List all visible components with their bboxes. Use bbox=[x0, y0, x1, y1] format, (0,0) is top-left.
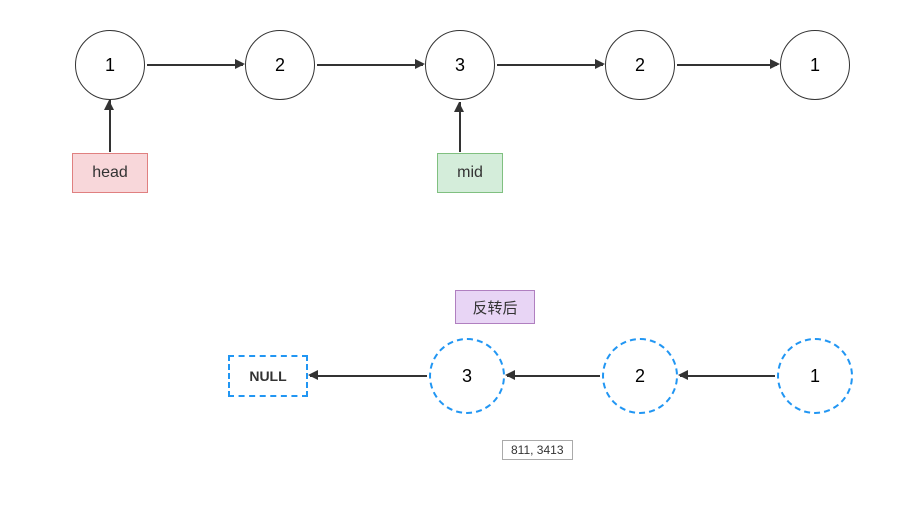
arrow-4-5 bbox=[677, 64, 777, 66]
node-5-top: 1 bbox=[780, 30, 850, 100]
node-1-top: 1 bbox=[75, 30, 145, 100]
arrow-3-4 bbox=[497, 64, 603, 66]
arrow-1-2 bbox=[147, 64, 243, 66]
mid-label: mid bbox=[437, 153, 503, 193]
arrow-3-2-head bbox=[505, 370, 515, 380]
node-2-top: 2 bbox=[245, 30, 315, 100]
arrow-2-1-head bbox=[678, 370, 688, 380]
null-label: NULL bbox=[228, 355, 308, 397]
arrow-null-3-head bbox=[308, 370, 318, 380]
fanzhuan-label: 反转后 bbox=[455, 290, 535, 324]
coords-box: 811, 3413 bbox=[502, 440, 573, 460]
head-label: head bbox=[72, 153, 148, 193]
arrow-4-5-head bbox=[770, 59, 780, 69]
head-arrow-up bbox=[104, 100, 114, 110]
arrow-null-3 bbox=[310, 375, 427, 377]
arrow-3-4-head bbox=[595, 59, 605, 69]
arrow-2-1 bbox=[680, 375, 775, 377]
arrow-2-3-head bbox=[415, 59, 425, 69]
node-4-top: 2 bbox=[605, 30, 675, 100]
node-3-top: 3 bbox=[425, 30, 495, 100]
diagram: 1 2 3 2 1 head mid 反转后 NULL bbox=[0, 0, 902, 516]
node-2-bottom: 2 bbox=[602, 338, 678, 414]
node-1-bottom: 1 bbox=[777, 338, 853, 414]
arrow-3-2 bbox=[507, 375, 600, 377]
arrow-2-3 bbox=[317, 64, 423, 66]
node-3-bottom: 3 bbox=[429, 338, 505, 414]
mid-arrow-up bbox=[454, 102, 464, 112]
arrow-1-2-head bbox=[235, 59, 245, 69]
